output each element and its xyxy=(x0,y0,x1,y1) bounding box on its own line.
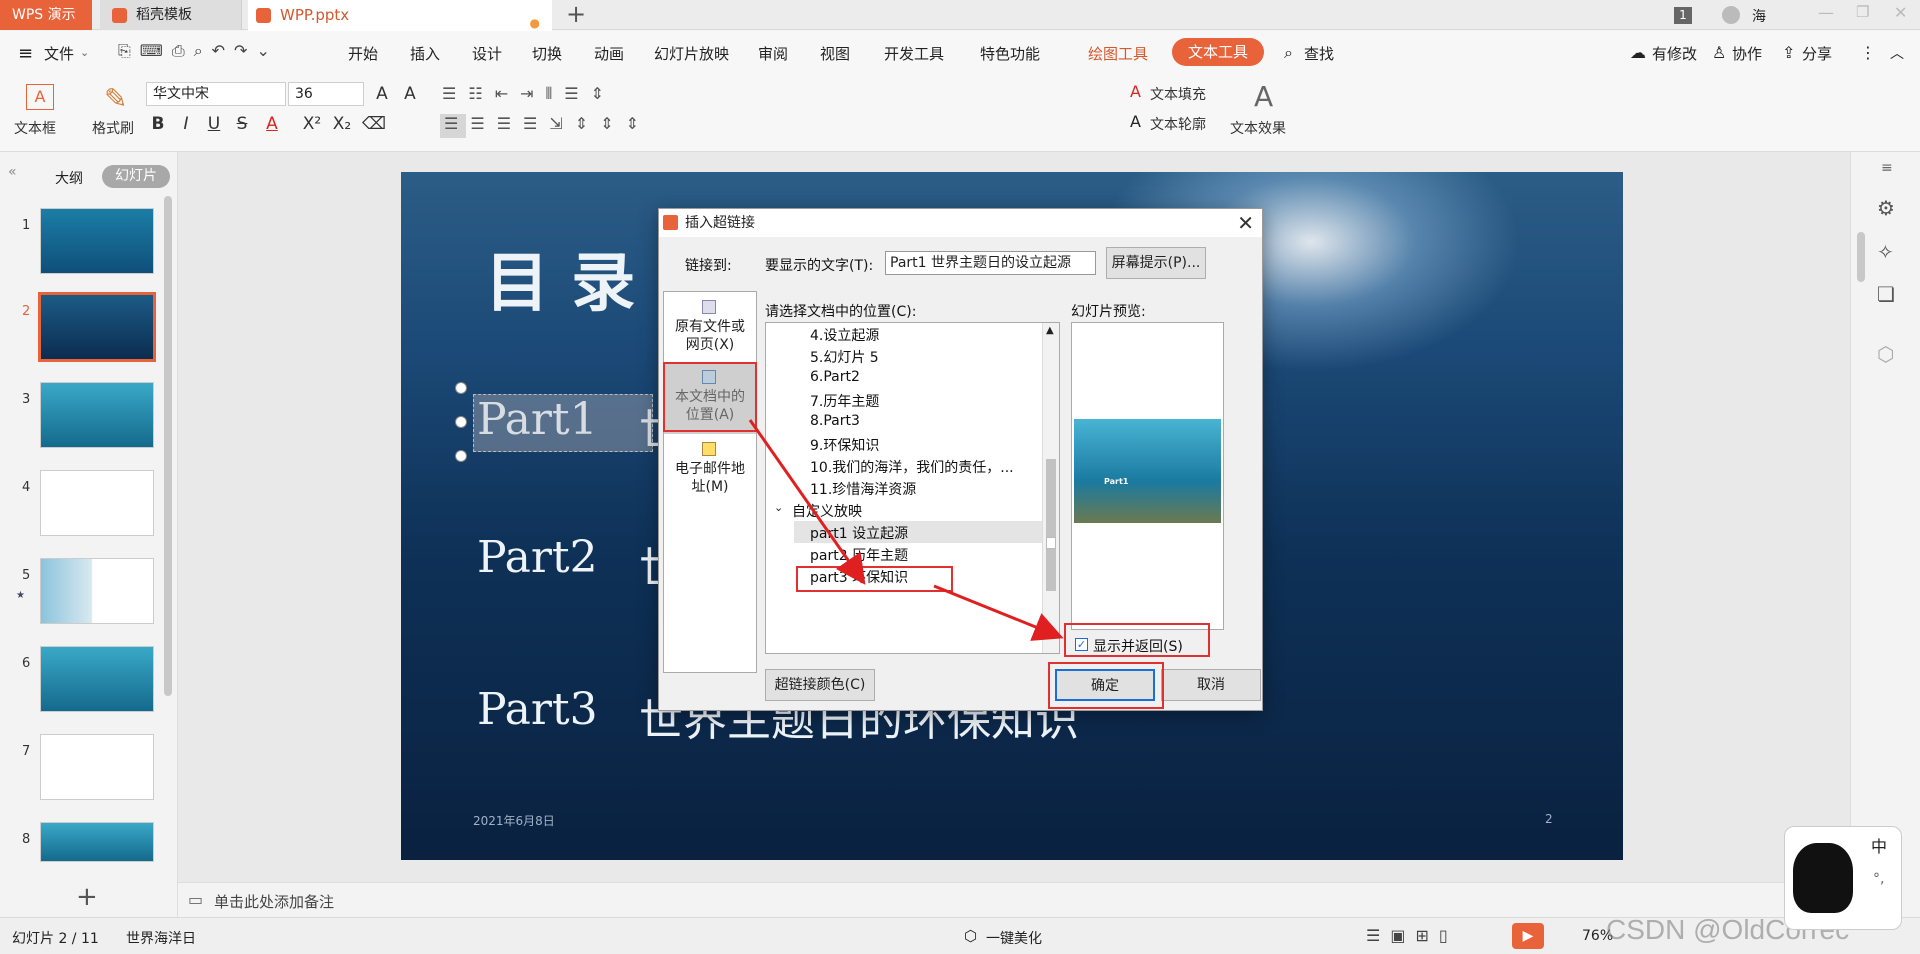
arrow-to-checkbox xyxy=(933,584,1064,641)
annotation-arrows xyxy=(748,419,1064,641)
arrow-to-selected-item xyxy=(748,419,866,585)
